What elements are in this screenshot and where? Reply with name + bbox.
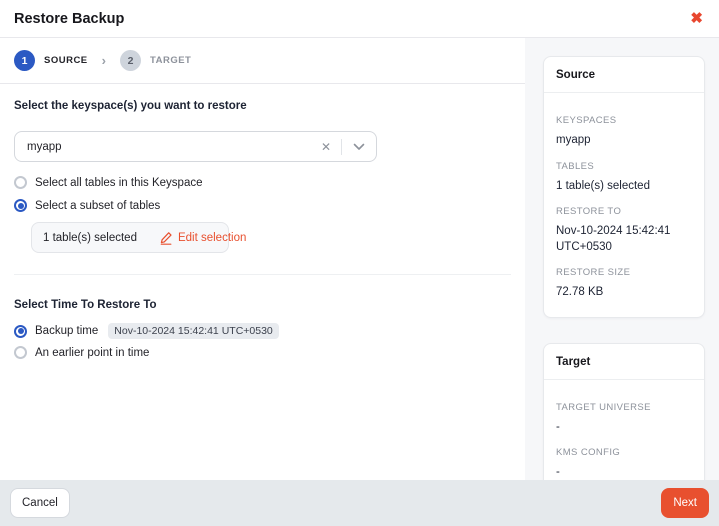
radio-circle-icon[interactable]: [14, 176, 27, 189]
keyspace-field-label: Select the keyspace(s) you want to resto…: [14, 100, 511, 112]
field-label: TARGET UNIVERSE: [556, 402, 692, 413]
table-selection-summary: 1 table(s) selected Edit selection: [31, 222, 229, 253]
field-value: Nov-10-2024 15:42:41 UTC+0530: [556, 224, 692, 255]
radio-backup-time[interactable]: Backup time Nov-10-2024 15:42:41 UTC+053…: [14, 323, 511, 339]
edit-selection-label: Edit selection: [178, 232, 246, 244]
chevron-down-icon[interactable]: [342, 143, 376, 151]
summary-sidebar: Source KEYSPACES myapp TABLES 1 table(s)…: [525, 38, 719, 480]
target-card-title: Target: [544, 344, 704, 380]
radio-earlier-point[interactable]: An earlier point in time: [14, 346, 511, 359]
field-label: KEYSPACES: [556, 115, 692, 126]
chevron-right-icon: ›: [98, 53, 110, 68]
source-summary-card: Source KEYSPACES myapp TABLES 1 table(s)…: [543, 56, 705, 318]
radio-circle-icon[interactable]: [14, 325, 27, 338]
step-source-number: 1: [14, 50, 35, 71]
keyspace-select-value: myapp: [15, 141, 311, 153]
selection-count: 1 table(s) selected: [43, 232, 137, 244]
modal-header: Restore Backup ✖: [0, 0, 719, 38]
field-label: KMS CONFIG: [556, 447, 692, 458]
pencil-icon: [159, 231, 173, 245]
field-value: 72.78 KB: [556, 285, 692, 301]
radio-all-tables[interactable]: Select all tables in this Keyspace: [14, 176, 511, 189]
field-value: -: [556, 465, 692, 481]
radio-earlier-point-label: An earlier point in time: [35, 347, 149, 359]
step-target-label: TARGET: [150, 55, 191, 66]
field-target-universe: TARGET UNIVERSE -: [556, 402, 692, 436]
field-label: TABLES: [556, 161, 692, 172]
restore-backup-modal: Restore Backup ✖ 1 SOURCE › 2 TARGET Sel…: [0, 0, 719, 526]
field-value: myapp: [556, 133, 692, 149]
field-keyspaces: KEYSPACES myapp: [556, 115, 692, 149]
field-restore-size: RESTORE SIZE 72.78 KB: [556, 267, 692, 301]
next-button[interactable]: Next: [661, 488, 709, 518]
radio-circle-icon[interactable]: [14, 346, 27, 359]
target-summary-card: Target TARGET UNIVERSE - KMS CONFIG -: [543, 343, 705, 498]
stepper: 1 SOURCE › 2 TARGET: [0, 38, 525, 84]
step-target-number: 2: [120, 50, 141, 71]
field-kms-config: KMS CONFIG -: [556, 447, 692, 481]
source-card-title: Source: [544, 57, 704, 93]
cancel-button[interactable]: Cancel: [10, 488, 70, 518]
backup-time-badge: Nov-10-2024 15:42:41 UTC+0530: [108, 323, 278, 339]
radio-subset-tables-label: Select a subset of tables: [35, 200, 160, 212]
radio-subset-tables[interactable]: Select a subset of tables: [14, 199, 511, 212]
clear-icon[interactable]: ✕: [311, 140, 341, 154]
field-restore-to: RESTORE TO Nov-10-2024 15:42:41 UTC+0530: [556, 206, 692, 255]
field-label: RESTORE SIZE: [556, 267, 692, 278]
source-form: Select the keyspace(s) you want to resto…: [0, 84, 525, 375]
modal-footer: Cancel Next: [0, 480, 719, 526]
radio-backup-time-label: Backup time: [35, 325, 98, 337]
field-tables: TABLES 1 table(s) selected: [556, 161, 692, 195]
step-source[interactable]: 1 SOURCE: [14, 50, 88, 71]
radio-all-tables-label: Select all tables in this Keyspace: [35, 177, 202, 189]
time-section-label: Select Time To Restore To: [14, 299, 511, 311]
section-divider: [14, 274, 511, 275]
source-card-body: KEYSPACES myapp TABLES 1 table(s) select…: [544, 93, 704, 317]
field-label: RESTORE TO: [556, 206, 692, 217]
keyspace-select[interactable]: myapp ✕: [14, 131, 377, 162]
modal-title: Restore Backup: [14, 11, 124, 27]
field-value: -: [556, 420, 692, 436]
edit-selection-link[interactable]: Edit selection: [159, 231, 246, 245]
radio-circle-icon[interactable]: [14, 199, 27, 212]
field-value: 1 table(s) selected: [556, 179, 692, 195]
step-target[interactable]: 2 TARGET: [120, 50, 191, 71]
modal-body: 1 SOURCE › 2 TARGET Select the keyspace(…: [0, 38, 719, 480]
close-icon[interactable]: ✖: [688, 9, 705, 28]
step-source-label: SOURCE: [44, 55, 88, 66]
main-column: 1 SOURCE › 2 TARGET Select the keyspace(…: [0, 38, 525, 480]
